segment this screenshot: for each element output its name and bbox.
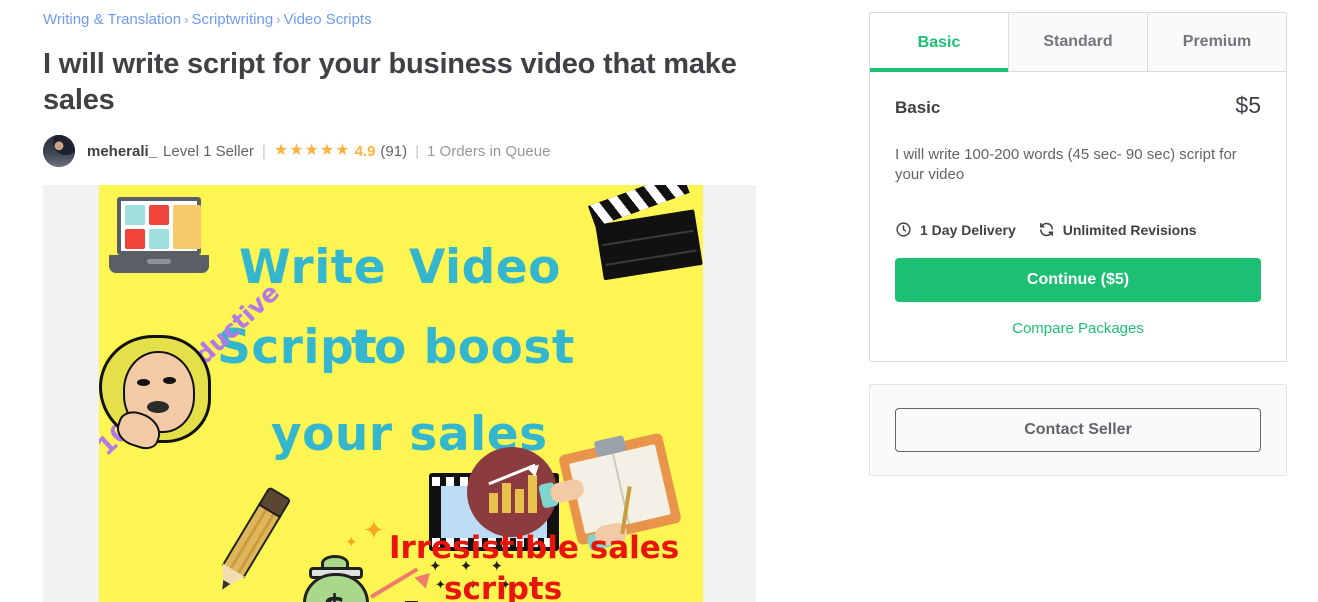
- package-header: Basic $5: [895, 92, 1261, 119]
- continue-button[interactable]: Continue ($5): [895, 258, 1261, 302]
- breadcrumb-item-subcategory[interactable]: Scriptwriting: [191, 11, 273, 28]
- tab-premium[interactable]: Premium: [1148, 13, 1286, 72]
- separator: |: [261, 142, 266, 160]
- breadcrumb-separator: ›: [184, 12, 189, 27]
- package-price: $5: [1235, 92, 1261, 118]
- clapperboard-icon: [588, 185, 703, 281]
- rating-count: (91): [380, 142, 408, 160]
- gig-detail-page: Writing & Translation › Scriptwriting › Vide…: [0, 0, 1318, 602]
- package-name: Basic: [895, 98, 941, 117]
- laptop-icon: [109, 197, 209, 279]
- gig-gallery[interactable]: Write Video Script to boost your sales 1…: [43, 185, 756, 602]
- revisions-label: Unlimited Revisions: [1062, 221, 1197, 238]
- growth-arrow-icon: [369, 567, 436, 602]
- seller-level-badge: Level 1 Seller: [163, 142, 254, 160]
- refresh-icon: [1038, 221, 1055, 238]
- package-tabs: Basic Standard Premium: [870, 13, 1286, 72]
- sparkle-icon: ✦: [345, 534, 358, 551]
- tab-basic[interactable]: Basic: [870, 13, 1009, 72]
- clock-icon: [895, 221, 912, 238]
- delivery-time: 1 Day Delivery: [895, 221, 1016, 238]
- star-icon: ★: [335, 142, 350, 159]
- seller-name[interactable]: meherali_: [87, 143, 157, 160]
- rating-stars: ★ ★ ★ ★ ★: [274, 143, 350, 159]
- money-bag-icon: $: [299, 555, 375, 602]
- breadcrumb-item-leaf[interactable]: Video Scripts: [284, 11, 372, 28]
- revisions: Unlimited Revisions: [1038, 221, 1197, 238]
- dollar-sign: $: [323, 587, 346, 602]
- package-card: Basic Standard Premium Basic $5 I will w…: [869, 12, 1287, 362]
- sparkle-icon: ✦: [363, 515, 385, 545]
- star-icon: ★: [289, 142, 304, 159]
- clipboard-illustration: [538, 432, 682, 552]
- rating-value: 4.9: [354, 142, 376, 160]
- breadcrumb-item-category[interactable]: Writing & Translation: [43, 11, 181, 28]
- contact-seller-card: Contact Seller: [869, 384, 1287, 476]
- breadcrumb: Writing & Translation › Scriptwriting › Vide…: [43, 0, 756, 30]
- separator: |: [415, 142, 420, 160]
- tab-standard[interactable]: Standard: [1009, 13, 1148, 72]
- avatar[interactable]: [43, 135, 75, 167]
- compare-packages-link[interactable]: Compare Packages: [895, 320, 1261, 337]
- contact-seller-button[interactable]: Contact Seller: [895, 408, 1261, 452]
- package-meta-row: 1 Day Delivery Unlimited Revisions: [895, 221, 1261, 238]
- star-icon: ★: [273, 142, 289, 159]
- image-headline-video: Video: [409, 240, 561, 295]
- pop-art-woman-illustration: [99, 335, 211, 453]
- image-headline-to-boost: to boost: [351, 320, 575, 375]
- pencil-icon: [211, 486, 292, 596]
- image-footer-line2: scripts: [444, 571, 563, 602]
- seller-avatar-photo: [43, 135, 75, 167]
- orders-in-queue: 1 Orders in Queue: [427, 142, 551, 160]
- package-description: I will write 100-200 words (45 sec- 90 s…: [895, 146, 1237, 183]
- breadcrumb-separator: ›: [276, 12, 281, 27]
- gig-main-column: Writing & Translation › Scriptwriting › Vide…: [43, 0, 756, 602]
- gig-cover-image[interactable]: Write Video Script to boost your sales 1…: [99, 185, 703, 602]
- page-title: I will write script for your business vi…: [43, 48, 737, 116]
- package-body: Basic $5 I will write 100-200 words (45 …: [870, 72, 1286, 361]
- image-footer-line1: Irresistible sales: [389, 530, 680, 566]
- seller-info-row: meherali_ Level 1 Seller | ★ ★ ★ ★ ★ 4.9…: [43, 135, 756, 167]
- order-sidebar: Basic Standard Premium Basic $5 I will w…: [869, 12, 1287, 476]
- delivery-label: 1 Day Delivery: [920, 221, 1016, 238]
- star-icon: ★: [319, 142, 335, 159]
- star-icon: ★: [304, 142, 319, 159]
